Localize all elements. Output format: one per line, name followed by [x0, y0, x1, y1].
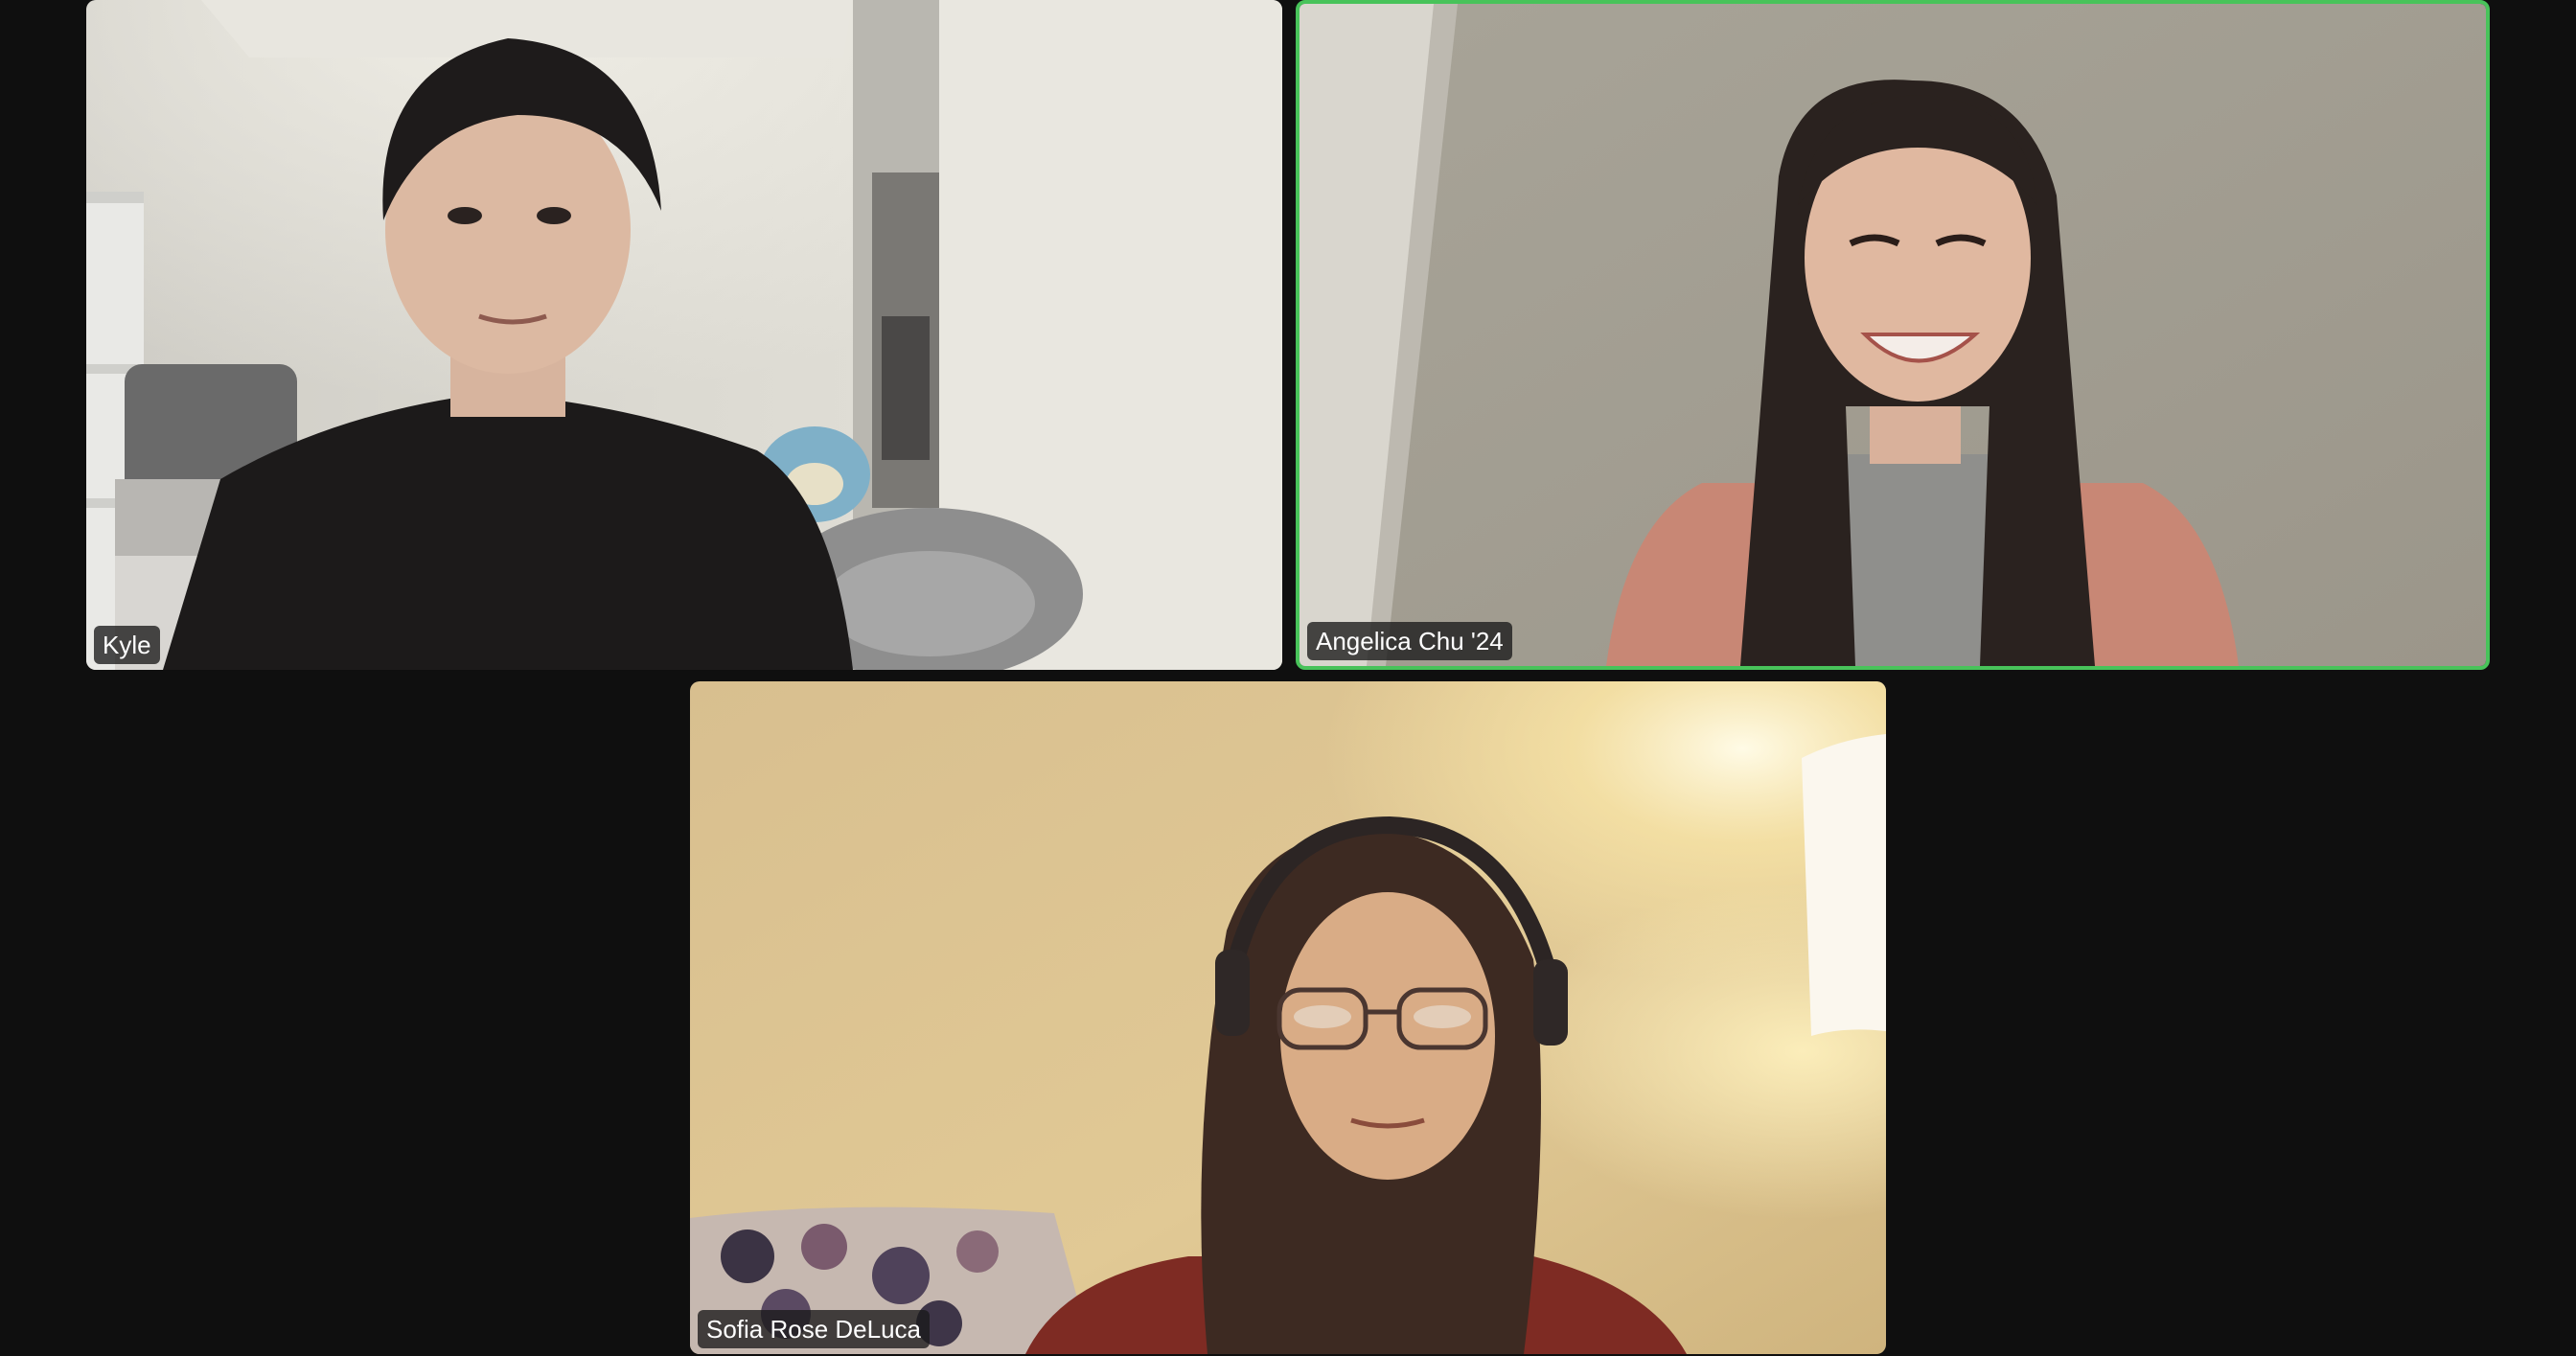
- participant-video: [86, 0, 1282, 670]
- participant-name-label: Kyle: [94, 626, 160, 664]
- video-gallery: Kyle Angelica Chu '24 Sofia Rose DeLuca: [0, 0, 2576, 1356]
- participant-tile-sofia[interactable]: Sofia Rose DeLuca: [690, 681, 1886, 1354]
- participant-tile-angelica-active-speaker[interactable]: Angelica Chu '24: [1296, 0, 2490, 670]
- video-frame-sofia: [690, 681, 1886, 1354]
- video-frame-angelica: [1300, 4, 2486, 666]
- participant-video: [1300, 4, 2486, 666]
- participant-video: [690, 681, 1886, 1354]
- participant-name-label: Sofia Rose DeLuca: [698, 1310, 931, 1348]
- video-frame-kyle: [86, 0, 1282, 670]
- participant-tile-kyle[interactable]: Kyle: [86, 0, 1282, 670]
- participant-name-label: Angelica Chu '24: [1307, 622, 1512, 660]
